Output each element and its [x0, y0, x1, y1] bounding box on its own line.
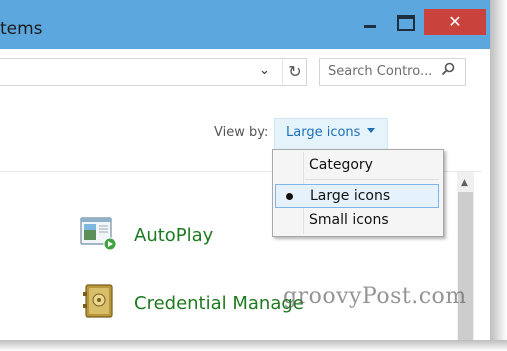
menu-item-large-icons[interactable]: Large icons	[275, 184, 439, 208]
view-by-label: View by:	[214, 125, 269, 140]
search-icon[interactable]	[441, 62, 455, 80]
page-shadow-right	[490, 0, 507, 351]
menu-item-small-icons[interactable]: Small icons	[275, 209, 439, 231]
minimize-icon	[364, 25, 376, 28]
menu-item-label: Small icons	[309, 212, 389, 228]
selected-bullet-icon	[286, 193, 293, 200]
view-by-dropdown[interactable]: Large icons	[274, 118, 388, 150]
close-icon: ✕	[448, 12, 462, 31]
close-button[interactable]: ✕	[424, 9, 486, 35]
search-input[interactable]: Search Contro...	[319, 58, 466, 86]
minimize-button[interactable]	[352, 10, 388, 34]
menu-item-category[interactable]: Category	[275, 154, 439, 176]
menu-item-label: Large icons	[310, 188, 391, 204]
vertical-scrollbar[interactable]: ▲	[457, 172, 474, 340]
search-placeholder: Search Contro...	[328, 64, 433, 79]
address-row: ⌄ ↻ Search Contro...	[0, 49, 482, 94]
view-by-menu: Category Large icons Small icons	[272, 149, 444, 237]
title-bar: tems ✕	[0, 0, 490, 49]
autoplay-label[interactable]: AutoPlay	[134, 225, 213, 246]
address-bar[interactable]: ⌄ ↻	[0, 58, 307, 86]
credential-manager-icon	[80, 283, 118, 319]
menu-separator	[305, 179, 439, 180]
refresh-icon[interactable]: ↻	[282, 60, 307, 84]
watermark: groovyPost.com	[283, 284, 467, 309]
dropdown-arrow-icon	[367, 128, 375, 133]
window-title: tems	[0, 19, 43, 39]
scroll-up-icon[interactable]: ▲	[461, 178, 468, 188]
page-shadow-bottom	[0, 340, 507, 351]
autoplay-icon	[80, 215, 118, 251]
maximize-icon	[397, 14, 415, 31]
menu-item-label: Category	[309, 157, 373, 173]
control-panel-window: tems ✕ ⌄ ↻ Search Contro... View by: Lar…	[0, 0, 490, 340]
chevron-down-icon[interactable]: ⌄	[259, 63, 270, 78]
credential-manager-label[interactable]: Credential Manage	[134, 293, 304, 314]
maximize-button[interactable]	[388, 10, 424, 34]
scroll-thumb[interactable]	[458, 192, 473, 340]
view-by-value: Large icons	[286, 125, 361, 140]
